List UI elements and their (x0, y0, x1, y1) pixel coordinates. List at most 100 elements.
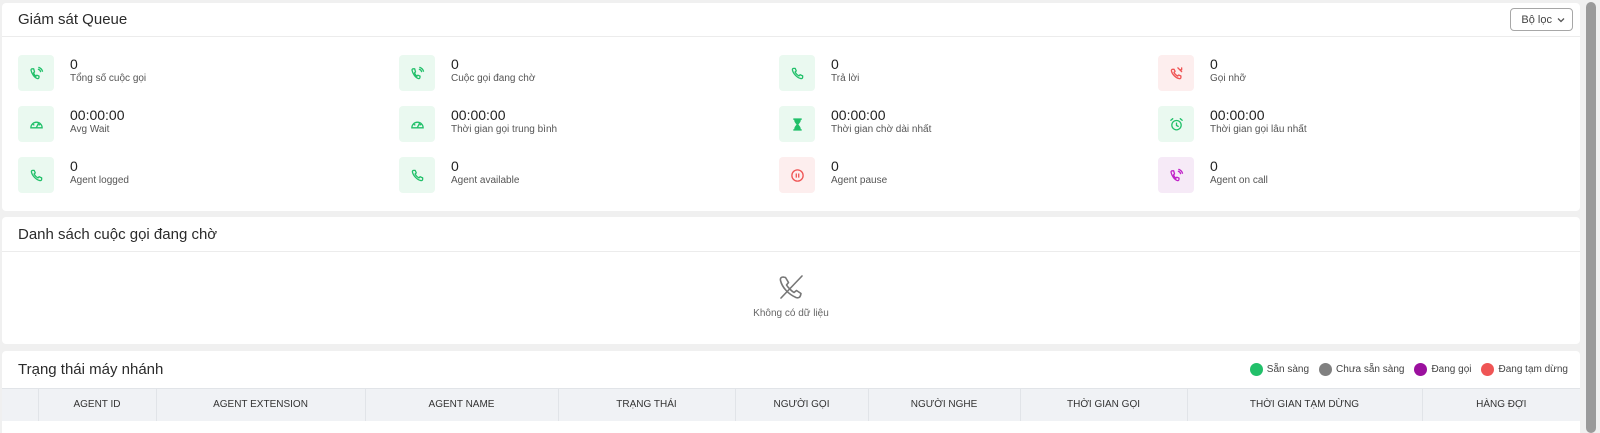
queue-monitor-card: Giám sát Queue Bộ lọc 0 Tổng số cuộc gọi 0… (2, 3, 1580, 211)
stat-text: 0 Trả lời (831, 55, 859, 86)
extension-status-title: Trạng thái máy nhánh (18, 361, 164, 378)
stat-value: 00:00:00 (1210, 107, 1265, 123)
stat-value: 00:00:00 (451, 107, 506, 123)
stats-grid: 0 Tổng số cuộc gọi 0 Cuộc gọi đang chờ 0 Trả … (2, 37, 1580, 209)
speedometer-icon (18, 106, 54, 142)
stat-value: 0 (1210, 158, 1218, 174)
phone-icon (399, 157, 435, 193)
alarm-clock-icon (1158, 106, 1194, 142)
speedometer-icon (399, 106, 435, 142)
stat-cuoc-goi-dang-cho: 0 Cuộc gọi đang chờ (399, 55, 535, 91)
legend-dot (1319, 363, 1333, 376)
stat-tra-loi: 0 Trả lời (779, 55, 859, 91)
stat-label: Agent on call (1210, 175, 1268, 186)
legend-item: Sẵn sàng (1249, 363, 1310, 376)
stat-label: Thời gian gọi lâu nhất (1210, 124, 1307, 135)
stat-label: Avg Wait (70, 124, 110, 135)
column-header[interactable]: AGENT ID (38, 388, 157, 421)
legend-item: Chưa sẵn sàng (1319, 363, 1404, 376)
phone-ringing-icon (18, 55, 54, 91)
queue-monitor-title: Giám sát Queue (18, 11, 128, 28)
queue-monitor-header: Giám sát Queue Bộ lọc (2, 3, 1580, 37)
stat-label: Gọi nhỡ (1210, 73, 1247, 84)
stat-text: 0 Agent pause (831, 157, 887, 188)
stat-label: Agent pause (831, 175, 888, 186)
stat-label: Agent available (451, 175, 520, 186)
column-header[interactable]: NGƯỜI NGHE (868, 388, 1021, 421)
legend-label: Đang tạm dừng (1498, 364, 1568, 375)
stat-text: 00:00:00 Thời gian gọi trung bình (451, 106, 557, 137)
phone-icon (18, 157, 54, 193)
scrollbar-thumb[interactable] (1586, 2, 1596, 433)
phone-ringing-icon (1158, 157, 1194, 193)
filter-button[interactable]: Bộ lọc (1510, 8, 1573, 31)
stat-goi-nho: 0 Gọi nhỡ (1158, 55, 1246, 91)
stat-value: 00:00:00 (70, 107, 125, 123)
waiting-calls-title: Danh sách cuộc gọi đang chờ (18, 225, 218, 243)
stat-label: Thời gian chờ dài nhất (831, 124, 932, 135)
stat-agent-on-call: 0 Agent on call (1158, 157, 1268, 193)
waiting-calls-header: Danh sách cuộc gọi đang chờ (2, 217, 1580, 252)
empty-text: Không có dữ liệu (753, 308, 829, 319)
stat-thoi-gian-goi-lau-nhat: 00:00:00 Thời gian gọi lâu nhất (1158, 106, 1307, 142)
stat-value: 0 (451, 158, 459, 174)
legend-label: Chưa sẵn sàng (1336, 364, 1405, 375)
stat-agent-available: 0 Agent available (399, 157, 519, 193)
column-header[interactable]: HÀNG ĐỢI (1422, 388, 1580, 421)
phone-icon (779, 55, 815, 91)
legend-dot (1414, 363, 1428, 376)
stat-label: Trả lời (831, 73, 860, 84)
stat-value: 0 (451, 56, 459, 72)
filter-label: Bộ lọc (1521, 13, 1552, 26)
extension-table: AGENT ID AGENT EXTENSION AGENT NAME TRẠNG T… (2, 388, 1580, 421)
stat-text: 00:00:00 Avg Wait (70, 106, 125, 137)
column-header[interactable]: NGƯỜI GỌI (735, 388, 869, 421)
stat-value: 0 (831, 56, 839, 72)
missed-call-icon (1158, 55, 1194, 91)
legend-dot (1481, 363, 1495, 376)
stat-avg-wait: 00:00:00 Avg Wait (18, 106, 125, 142)
stat-agent-logged: 0 Agent logged (18, 157, 129, 193)
phone-off-icon (779, 275, 803, 299)
pause-icon (779, 157, 815, 193)
column-header-select[interactable] (2, 388, 39, 421)
column-header[interactable]: THỜI GIAN TẠM DỪNG (1187, 388, 1423, 421)
legend-item: Đang gọi (1414, 363, 1471, 376)
vertical-scrollbar[interactable] (1582, 0, 1600, 433)
legend-item: Đang tạm dừng (1481, 363, 1568, 376)
stat-text: 0 Tổng số cuộc gọi (70, 55, 146, 86)
stat-text: 0 Cuộc gọi đang chờ (451, 55, 535, 86)
stat-label: Agent logged (70, 175, 129, 186)
stat-label: Tổng số cuộc gọi (70, 73, 147, 84)
stat-text: 0 Agent on call (1210, 157, 1268, 188)
legend-label: Đang gọi (1431, 364, 1472, 375)
stat-agent-pause: 0 Agent pause (779, 157, 887, 193)
stat-text: 0 Agent logged (70, 157, 129, 188)
empty-state: Không có dữ liệu (2, 252, 1580, 319)
stat-value: 0 (831, 158, 839, 174)
table-header-row: AGENT ID AGENT EXTENSION AGENT NAME TRẠNG T… (2, 388, 1580, 421)
waiting-calls-card: Danh sách cuộc gọi đang chờ Không có dữ … (2, 217, 1580, 344)
column-header[interactable]: THỜI GIAN GỌI (1020, 388, 1188, 421)
extension-status-card: Trạng thái máy nhánh Sẵn sàng Chưa sẵn sà… (2, 351, 1580, 433)
hourglass-icon (779, 106, 815, 142)
status-legend: Sẵn sàng Chưa sẵn sàng Đang gọi Đang tạm dừ… (1249, 363, 1568, 376)
stat-value: 0 (70, 158, 78, 174)
legend-dot (1249, 363, 1263, 376)
column-header[interactable]: AGENT NAME (365, 388, 559, 421)
column-header[interactable]: AGENT EXTENSION (156, 388, 366, 421)
stat-thoi-gian-cho-dai-nhat: 00:00:00 Thời gian chờ dài nhất (779, 106, 931, 142)
chevron-down-icon (1557, 17, 1565, 22)
stat-value: 00:00:00 (831, 107, 886, 123)
stat-value: 0 (1210, 56, 1218, 72)
stat-label: Thời gian gọi trung bình (451, 124, 558, 135)
extension-status-header: Trạng thái máy nhánh Sẵn sàng Chưa sẵn sà… (2, 351, 1580, 388)
phone-ringing-icon (399, 55, 435, 91)
stat-thoi-gian-goi-trung-binh: 00:00:00 Thời gian gọi trung bình (399, 106, 557, 142)
stat-tong-so-cuoc-goi: 0 Tổng số cuộc gọi (18, 55, 146, 91)
legend-label: Sẵn sàng (1266, 364, 1310, 375)
stat-text: 0 Gọi nhỡ (1210, 55, 1246, 86)
column-header[interactable]: TRẠNG THÁI (558, 388, 736, 421)
stat-text: 00:00:00 Thời gian chờ dài nhất (831, 106, 931, 137)
stat-text: 0 Agent available (451, 157, 519, 188)
